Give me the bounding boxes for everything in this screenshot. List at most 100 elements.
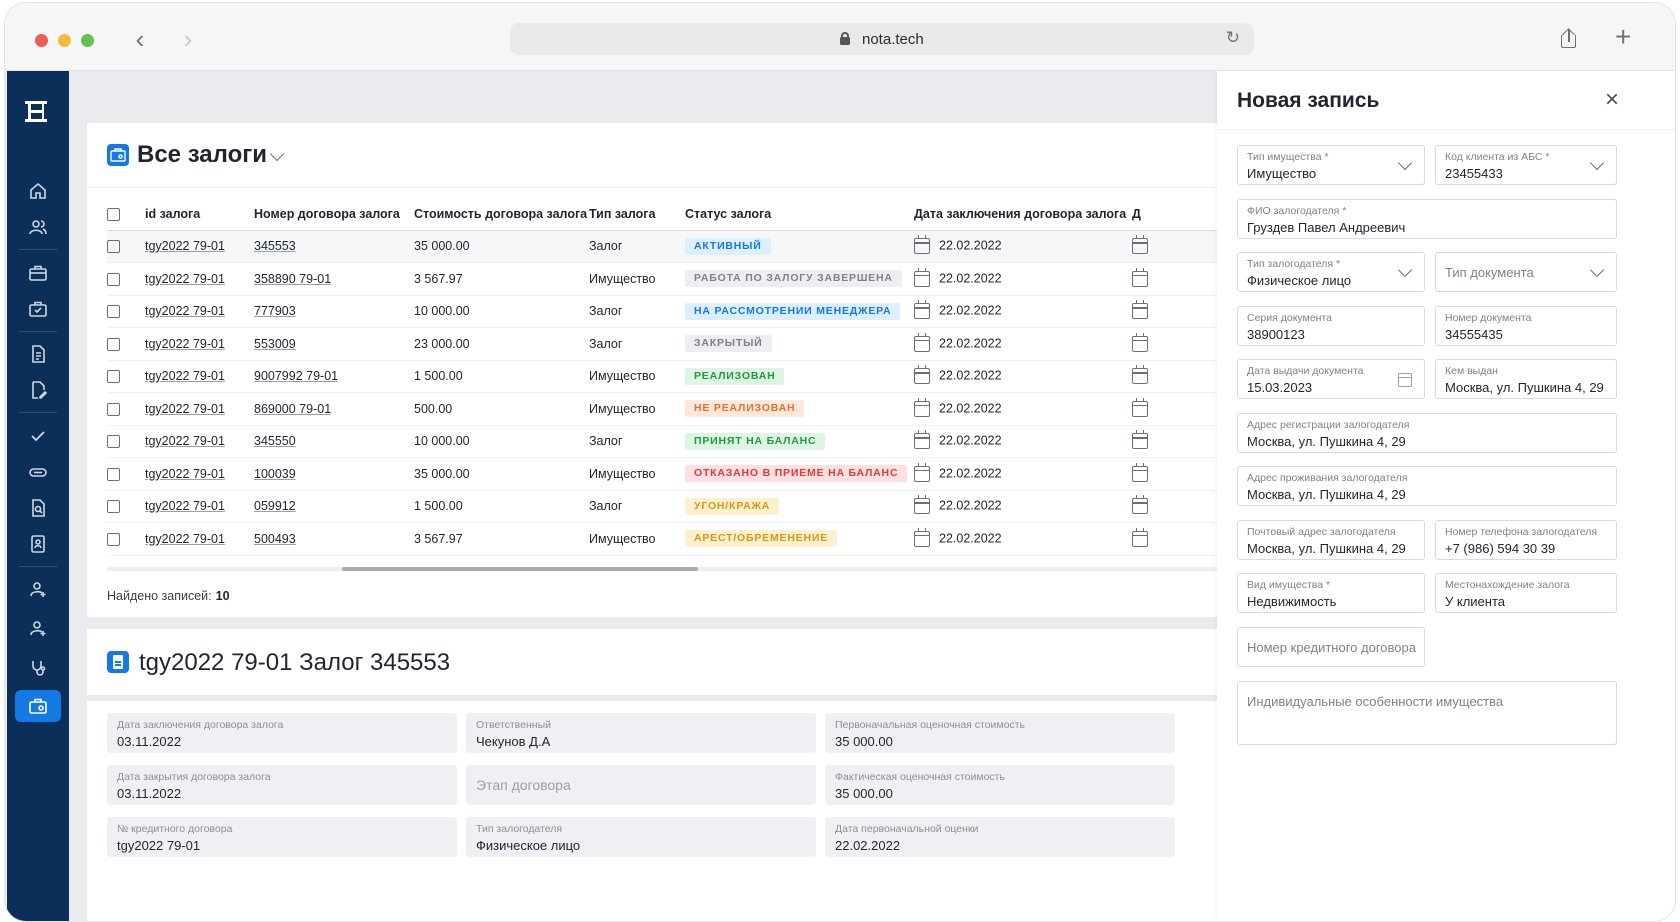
collateral-location-input[interactable]: Местонахождение залога У клиента — [1435, 573, 1617, 613]
row-checkbox[interactable] — [107, 402, 120, 416]
property-features-textarea[interactable]: Индивидуальные особенности имущества — [1237, 681, 1617, 745]
row-checkbox[interactable] — [107, 240, 120, 254]
number-cell: 500493 — [254, 522, 414, 556]
table-row[interactable]: tgy2022 79-01 345550 10 000.00 Залог ПРИНЯТ … — [107, 425, 1219, 458]
document-issued-by-input[interactable]: Кем выдан Москва, ул. Пушкина 4, 29 — [1435, 359, 1617, 399]
document-icon[interactable] — [20, 339, 56, 369]
row-checkbox[interactable] — [107, 370, 120, 384]
back-arrow-icon[interactable]: ‹ — [125, 25, 155, 55]
users-icon[interactable] — [20, 212, 56, 242]
stethoscope-icon[interactable] — [20, 653, 56, 683]
column-header[interactable]: Д — [1132, 198, 1219, 231]
credit-number-input[interactable]: Номер кредитного договора — [1237, 627, 1425, 667]
briefcase-icon[interactable] — [20, 258, 56, 288]
id-cell: tgy2022 79-01 — [145, 327, 254, 361]
contract-number-link[interactable]: 358890 79-01 — [254, 272, 331, 286]
collateral-id-link[interactable]: tgy2022 79-01 — [145, 434, 225, 448]
money-icon[interactable] — [20, 457, 56, 487]
client-code-select[interactable]: Код клиента из АБС * 23455433 — [1435, 145, 1617, 185]
zoom-window-button[interactable] — [81, 34, 94, 47]
collateral-id-link[interactable]: tgy2022 79-01 — [145, 369, 225, 383]
forward-arrow-icon[interactable]: › — [173, 25, 203, 55]
postal-address-input[interactable]: Почтовый адрес залогодателя Москва, ул. … — [1237, 520, 1425, 560]
type-cell: Залог — [589, 230, 685, 263]
pledger-name-input[interactable]: ФИО залогодателя * Груздев Павел Андреев… — [1237, 199, 1617, 239]
collateral-id-link[interactable]: tgy2022 79-01 — [145, 272, 225, 286]
horizontal-scrollbar[interactable] — [107, 567, 1219, 571]
contract-stage-field[interactable]: Этап договора — [466, 765, 816, 805]
row-checkbox[interactable] — [107, 467, 120, 481]
column-header[interactable]: Дата заключения договора залога — [914, 198, 1132, 231]
row-checkbox[interactable] — [107, 305, 120, 319]
phone-input[interactable]: Номер телефона залогодателя +7 (986) 594… — [1435, 520, 1617, 560]
minimize-window-button[interactable] — [58, 34, 71, 47]
close-icon[interactable]: × — [1600, 88, 1624, 113]
contract-number-link[interactable]: 9007992 79-01 — [254, 369, 338, 383]
property-kind-input[interactable]: Вид имущества * Недвижимость — [1237, 573, 1425, 613]
column-header[interactable]: Тип залога — [589, 198, 685, 231]
calendar-icon[interactable] — [1398, 373, 1412, 387]
logo-icon[interactable] — [25, 101, 51, 123]
briefcase-check-icon[interactable] — [20, 294, 56, 324]
chevron-down-icon[interactable] — [269, 146, 285, 162]
row-checkbox[interactable] — [107, 435, 120, 449]
row-checkbox[interactable] — [107, 272, 120, 286]
pledger-type-select[interactable]: Тип залогодателя * Физическое лицо — [1237, 252, 1425, 292]
document-number-input[interactable]: Номер документа 34555435 — [1435, 306, 1617, 346]
column-header[interactable]: Стоимость договора залога — [414, 198, 589, 231]
column-header[interactable]: id залога — [145, 198, 254, 231]
contract-number-link[interactable]: 500493 — [254, 532, 296, 546]
table-row[interactable]: tgy2022 79-01 553009 23 000.00 Залог ЗАКРЫТЫ… — [107, 327, 1219, 361]
contract-number-link[interactable]: 553009 — [254, 337, 296, 351]
row-checkbox[interactable] — [107, 532, 120, 546]
contract-number-link[interactable]: 345550 — [254, 434, 296, 448]
residence-address-input[interactable]: Адрес проживания залогодателя Москва, ул… — [1237, 466, 1617, 506]
column-header[interactable]: Номер договора залога — [254, 198, 414, 231]
user-add-alt-icon[interactable] — [20, 613, 56, 643]
registration-address-input[interactable]: Адрес регистрации залогодателя Москва, у… — [1237, 413, 1617, 453]
document-issue-date-input[interactable]: Дата выдачи документа 15.03.2023 — [1237, 359, 1425, 399]
collateral-briefcase-icon[interactable] — [15, 690, 61, 722]
table-row[interactable]: tgy2022 79-01 345553 35 000.00 Залог АКТИВНЫ… — [107, 230, 1219, 263]
address-bar[interactable]: nota.tech ↻ — [510, 23, 1254, 55]
field-value: Недвижимость — [1247, 594, 1337, 609]
scrollbar-thumb[interactable] — [342, 567, 698, 571]
document-edit-icon[interactable] — [20, 375, 56, 405]
document-search-icon[interactable] — [20, 493, 56, 523]
column-header[interactable]: Статус залога — [685, 198, 914, 231]
row-checkbox[interactable] — [107, 500, 120, 514]
new-tab-plus-icon[interactable]: + — [1615, 23, 1631, 51]
contract-number-link[interactable]: 100039 — [254, 467, 296, 481]
select-all-checkbox[interactable] — [107, 207, 120, 221]
collateral-id-link[interactable]: tgy2022 79-01 — [145, 337, 225, 351]
table-row[interactable]: tgy2022 79-01 500493 3 567.97 Имущество АРЕС… — [107, 522, 1219, 556]
collateral-id-link[interactable]: tgy2022 79-01 — [145, 532, 225, 546]
table-row[interactable]: tgy2022 79-01 100039 35 000.00 Имущество ОТК… — [107, 457, 1219, 491]
table-row[interactable]: tgy2022 79-01 869000 79-01 500.00 Имущество… — [107, 392, 1219, 426]
contract-number-link[interactable]: 059912 — [254, 499, 296, 513]
contract-number-link[interactable]: 345553 — [254, 239, 296, 253]
collateral-id-link[interactable]: tgy2022 79-01 — [145, 402, 225, 416]
printer-icon[interactable] — [20, 529, 56, 559]
table-row[interactable]: tgy2022 79-01 059912 1 500.00 Залог УГОН/КРА… — [107, 490, 1219, 523]
table-row[interactable]: tgy2022 79-01 777903 10 000.00 Залог НА РАСС… — [107, 295, 1219, 328]
number-cell: 553009 — [254, 327, 414, 361]
table-row[interactable]: tgy2022 79-01 9007992 79-01 1 500.00 Имущес… — [107, 360, 1219, 393]
document-series-input[interactable]: Серия документа 38900123 — [1237, 306, 1425, 346]
table-row[interactable]: tgy2022 79-01 358890 79-01 3 567.97 Имущест… — [107, 262, 1219, 296]
close-window-button[interactable] — [35, 34, 48, 47]
row-checkbox[interactable] — [107, 337, 120, 351]
collateral-id-link[interactable]: tgy2022 79-01 — [145, 239, 225, 253]
check-icon[interactable] — [20, 421, 56, 451]
contract-number-link[interactable]: 777903 — [254, 304, 296, 318]
collateral-id-link[interactable]: tgy2022 79-01 — [145, 304, 225, 318]
share-icon[interactable] — [1558, 27, 1580, 51]
reload-icon[interactable]: ↻ — [1226, 28, 1240, 48]
property-type-select[interactable]: Тип имущества * Имущество — [1237, 145, 1425, 185]
home-icon[interactable] — [20, 176, 56, 206]
contract-number-link[interactable]: 869000 79-01 — [254, 402, 331, 416]
user-add-icon[interactable] — [20, 574, 56, 604]
collateral-id-link[interactable]: tgy2022 79-01 — [145, 499, 225, 513]
document-type-select[interactable]: Тип документа — [1435, 252, 1617, 292]
collateral-id-link[interactable]: tgy2022 79-01 — [145, 467, 225, 481]
